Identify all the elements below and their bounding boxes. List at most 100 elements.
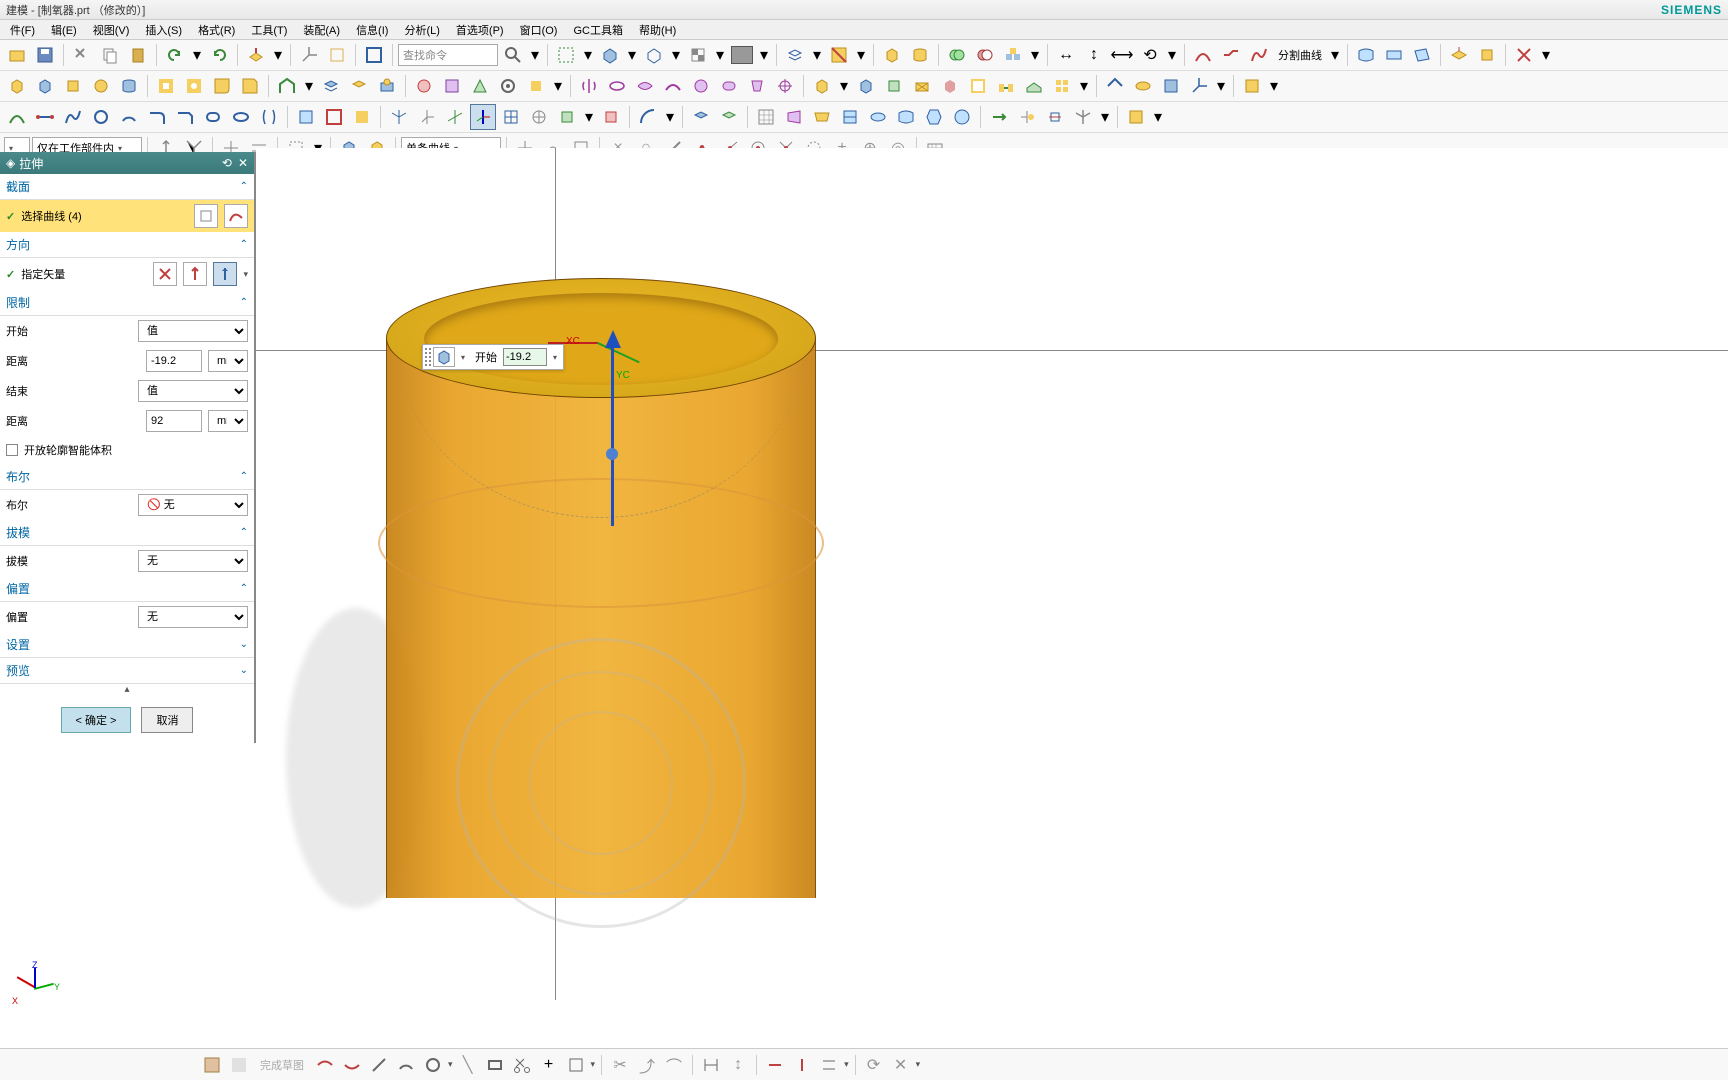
tb3-11[interactable] [293,104,319,130]
tb3-xform3-icon[interactable] [1042,104,1068,130]
dim-dd[interactable]: ▾ [1165,42,1179,68]
tb2-12[interactable] [346,73,372,99]
tb2-14[interactable] [411,73,437,99]
clip-dd[interactable]: ▾ [854,42,868,68]
datum-icon[interactable] [324,42,350,68]
undo-icon[interactable] [162,42,188,68]
sk-dim2-icon[interactable]: ↕ [726,1053,750,1077]
tb3-4[interactable] [88,104,114,130]
shade-icon[interactable] [597,42,623,68]
tb2-4[interactable] [88,73,114,99]
sk-arc-icon[interactable] [394,1053,418,1077]
subtract-icon[interactable] [972,42,998,68]
tb3-face2-icon[interactable] [716,104,742,130]
menu-gc[interactable]: GC工具箱 [567,20,629,40]
cut-icon[interactable] [69,42,95,68]
draft-hdr[interactable]: 拔模⌃ [0,520,254,546]
open-icon[interactable] [4,42,30,68]
del-icon[interactable] [1511,42,1537,68]
tb2-rev3[interactable] [632,73,658,99]
curve-icon[interactable] [224,204,248,228]
tb3-xform4d[interactable]: ▾ [1098,104,1112,130]
dialog-grip[interactable]: ▴ [0,684,254,697]
sk-slash-icon[interactable]: ╲ [456,1053,480,1077]
surf3-icon[interactable] [1409,42,1435,68]
tb3-arc-dd[interactable]: ▾ [663,104,677,130]
menu-format[interactable]: 格式(R) [192,20,241,40]
menu-preferences[interactable]: 首选项(P) [450,20,510,40]
dim2-icon[interactable]: ↕ [1081,42,1107,68]
sketch-section-icon[interactable] [194,204,218,228]
tb2-7[interactable] [181,73,207,99]
boolean-dd[interactable]: 🚫 无 [138,494,248,516]
tb2-6[interactable] [153,73,179,99]
menu-window[interactable]: 窗口(O) [514,20,564,40]
reverse-dir-icon[interactable] [153,262,177,286]
menu-tools[interactable]: 工具(T) [245,20,293,40]
curve2-icon[interactable] [1218,42,1244,68]
floating-input-bar[interactable]: ▾ 开始 ▾ [422,344,564,370]
tb2-rev6[interactable] [716,73,742,99]
tb2-1[interactable] [4,73,30,99]
surf1-icon[interactable] [1353,42,1379,68]
tb3-csys8[interactable] [598,104,624,130]
paste-icon[interactable] [125,42,151,68]
sk-redo-icon[interactable] [340,1053,364,1077]
select-curve-row[interactable]: ✓ 选择曲线 (4) [0,200,254,232]
offset-dd[interactable]: 无 [138,606,248,628]
tb3-csys2[interactable] [414,104,440,130]
sk-circle-icon[interactable] [421,1053,445,1077]
tb3-mesh2-icon[interactable] [781,104,807,130]
tb3-2[interactable] [32,104,58,130]
close-icon[interactable]: ✕ [238,156,248,170]
tb2-18[interactable] [523,73,549,99]
tb2-27[interactable] [1049,73,1075,99]
tb3-xform1-icon[interactable] [986,104,1012,130]
tb2-20[interactable] [853,73,879,99]
sk-con1-icon[interactable] [763,1053,787,1077]
tb2-11[interactable] [318,73,344,99]
tb3-csys7d[interactable]: ▾ [582,104,596,130]
tb3-mesh3-icon[interactable] [809,104,835,130]
extrude-icon[interactable] [243,42,269,68]
transp-icon[interactable] [685,42,711,68]
assembly-icon[interactable] [1000,42,1026,68]
tb2-3[interactable] [60,73,86,99]
tb3-csys7[interactable] [554,104,580,130]
tb2-10[interactable] [274,73,300,99]
tb2-32[interactable] [1239,73,1265,99]
sk-ext-icon[interactable] [564,1053,588,1077]
sk-dim1-icon[interactable] [699,1053,723,1077]
tb3-arc-icon[interactable] [635,104,661,130]
redo-icon[interactable] [206,42,232,68]
start-type-dd[interactable]: 值 [138,320,248,342]
float-type-icon[interactable] [433,347,455,367]
undo-dropdown-icon[interactable]: ▾ [190,42,204,68]
menu-insert[interactable]: 插入(S) [139,20,188,40]
end-dist-input[interactable] [146,410,202,432]
tb2-26[interactable] [1021,73,1047,99]
shade-dd[interactable]: ▾ [625,42,639,68]
tb2-28[interactable] [1102,73,1128,99]
3d-viewport[interactable]: XC YC ▾ 开始 ▾ [256,148,1728,1080]
sk-upd-icon[interactable]: ⟳ [862,1053,886,1077]
sk-trim2-icon[interactable]: ✂ [608,1053,632,1077]
search-icon[interactable] [500,42,526,68]
curve1-icon[interactable] [1190,42,1216,68]
direction-arrow[interactable] [605,330,621,530]
tb3-1[interactable] [4,104,30,130]
tb2-22[interactable] [909,73,935,99]
del-dd[interactable]: ▾ [1539,42,1553,68]
tb2-15[interactable] [439,73,465,99]
assembly-dd[interactable]: ▾ [1028,42,1042,68]
sk-point-icon[interactable]: + [537,1053,561,1077]
sketch-icon[interactable] [361,42,387,68]
sk-line-icon[interactable] [367,1053,391,1077]
tb2-rev7[interactable] [744,73,770,99]
tb2-19[interactable] [809,73,835,99]
surf2-icon[interactable] [1381,42,1407,68]
tb3-xform4-icon[interactable] [1070,104,1096,130]
settings-hdr[interactable]: 设置⌄ [0,632,254,658]
tb3-mesh7-icon[interactable] [921,104,947,130]
limits-hdr[interactable]: 限制⌃ [0,290,254,316]
